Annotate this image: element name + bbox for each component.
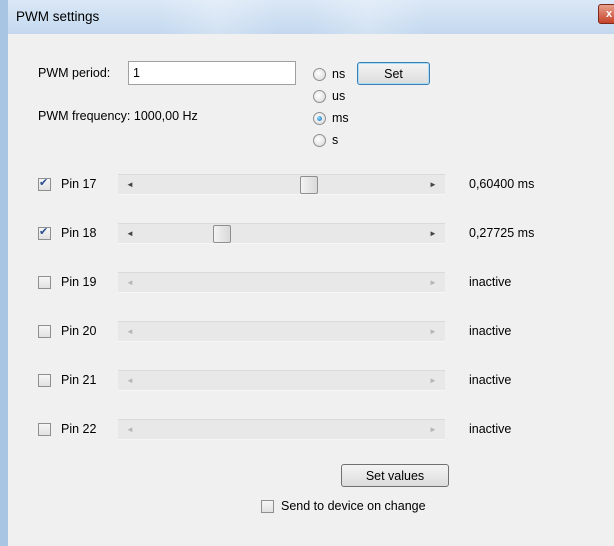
unit-radio-label: us (332, 89, 346, 103)
scroll-left-icon: ◄ (126, 376, 134, 385)
pin-value-label: inactive (469, 373, 512, 387)
radio-indicator[interactable] (313, 134, 326, 147)
radio-indicator[interactable] (313, 68, 326, 81)
unit-radio-label: s (332, 133, 339, 147)
pin-row-19: Pin 19 ◄ ► inactive (8, 272, 608, 296)
pin-value-label: 0,27725 ms (469, 226, 535, 240)
pwm-period-label: PWM period: (38, 66, 111, 80)
unit-radio-ms[interactable]: ms (313, 111, 453, 127)
unit-radio-label: ms (332, 111, 349, 125)
scroll-left-icon[interactable]: ◄ (122, 228, 138, 240)
slider-thumb[interactable] (300, 176, 319, 194)
unit-radio-s[interactable]: s (313, 133, 453, 149)
pin-value-label: inactive (469, 422, 512, 436)
pin-row-20: Pin 20 ◄ ► inactive (8, 321, 608, 345)
pin-value-label: inactive (469, 324, 512, 338)
scroll-right-icon: ► (429, 425, 437, 434)
pin-row-22: Pin 22 ◄ ► inactive (8, 419, 608, 443)
scroll-right-icon: ► (429, 327, 437, 336)
pin-row-17: Pin 17◄►0,60400 ms (8, 174, 608, 198)
title-bar[interactable]: PWM settings x (8, 0, 614, 34)
pin-duty-slider: ◄ ► (118, 321, 445, 342)
pin-label: Pin 22 (61, 422, 97, 436)
settings-panel: PWM period: PWM frequency: 1000,00 Hz ns… (8, 34, 614, 546)
pin-value-label: inactive (469, 275, 512, 289)
pin-duty-slider: ◄ ► (118, 419, 445, 440)
pin-duty-slider: ◄ ► (118, 370, 445, 391)
window-title: PWM settings (16, 9, 100, 24)
pin-enable-checkbox[interactable] (38, 374, 51, 387)
pin-label: Pin 17 (61, 177, 97, 191)
pwm-frequency-label: PWM frequency: 1000,00 Hz (38, 109, 198, 123)
pin-label: Pin 18 (61, 226, 97, 240)
scroll-right-icon[interactable]: ► (425, 179, 441, 191)
close-icon: x (605, 8, 613, 20)
pin-value-label: 0,60400 ms (469, 177, 535, 191)
title-bar-glow (158, 0, 278, 34)
set-values-button[interactable]: Set values (341, 464, 449, 487)
radio-indicator[interactable] (313, 90, 326, 103)
title-bar-glow (308, 0, 428, 34)
pin-label: Pin 20 (61, 324, 97, 338)
send-on-change-label: Send to device on change (281, 499, 426, 513)
pin-enable-checkbox[interactable] (38, 225, 51, 240)
pin-duty-slider[interactable]: ◄ ► (118, 174, 445, 195)
pin-duty-slider: ◄ ► (118, 272, 445, 293)
scroll-right-icon: ► (429, 376, 437, 385)
pin-enable-checkbox[interactable] (38, 325, 51, 338)
pin-row-21: Pin 21 ◄ ► inactive (8, 370, 608, 394)
unit-radio-label: ns (332, 67, 346, 81)
send-on-change-checkbox[interactable] (261, 500, 274, 513)
scroll-right-icon: ► (429, 278, 437, 287)
pin-enable-checkbox[interactable] (38, 176, 51, 191)
scroll-right-icon[interactable]: ► (425, 228, 441, 240)
pwm-period-input[interactable] (128, 61, 296, 85)
close-button[interactable]: x (598, 4, 614, 24)
pin-label: Pin 21 (61, 373, 97, 387)
set-button[interactable]: Set (357, 62, 430, 85)
pwm-settings-window: PWM settings x PWM period: PWM frequency… (0, 0, 614, 546)
pin-label: Pin 19 (61, 275, 97, 289)
slider-thumb[interactable] (212, 225, 231, 243)
pin-enable-checkbox[interactable] (38, 423, 51, 436)
scroll-left-icon: ◄ (126, 327, 134, 336)
scroll-left-icon[interactable]: ◄ (122, 179, 138, 191)
pin-duty-slider[interactable]: ◄ ► (118, 223, 445, 244)
unit-radio-us[interactable]: us (313, 89, 453, 105)
pin-row-18: Pin 18◄►0,27725 ms (8, 223, 608, 247)
scroll-left-icon: ◄ (126, 278, 134, 287)
scroll-left-icon: ◄ (126, 425, 134, 434)
radio-indicator[interactable] (313, 112, 326, 125)
pin-enable-checkbox[interactable] (38, 276, 51, 289)
